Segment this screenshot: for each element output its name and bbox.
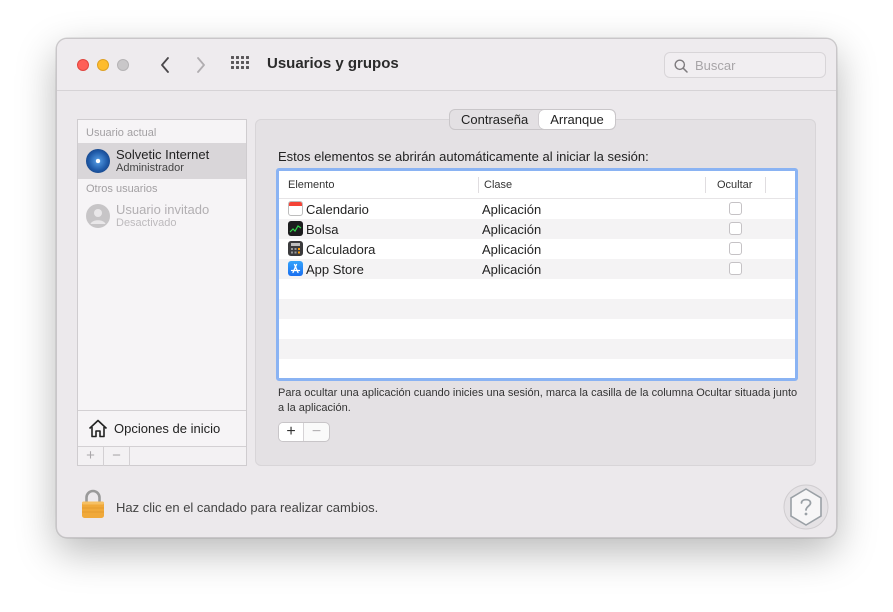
table-row[interactable]: Calendario Aplicación xyxy=(279,199,795,219)
help-glyph xyxy=(783,484,829,530)
column-divider xyxy=(705,177,706,193)
calculator-icon xyxy=(288,241,303,256)
element-name: Bolsa xyxy=(306,222,339,237)
chevron-right-icon xyxy=(197,57,205,73)
lock-icon[interactable] xyxy=(81,489,105,519)
column-divider xyxy=(478,177,479,193)
user-name: Usuario invitado xyxy=(116,202,210,217)
help-icon[interactable] xyxy=(782,483,830,531)
empty-row xyxy=(279,299,795,319)
calendar-icon xyxy=(288,201,303,216)
preferences-window: Usuarios y grupos Usuario actual Solveti… xyxy=(56,38,837,538)
user-row-guest[interactable]: Usuario invitado Desactivado xyxy=(78,198,246,234)
element-class: Aplicación xyxy=(482,242,542,257)
tab-password[interactable]: Contraseña xyxy=(450,110,539,129)
add-item-button[interactable]: + xyxy=(279,423,305,441)
calculator-glyph xyxy=(291,243,300,254)
column-header-element[interactable]: Elemento xyxy=(288,179,334,191)
remove-user-button[interactable]: − xyxy=(104,447,130,466)
empty-row xyxy=(279,319,795,339)
element-class: Aplicación xyxy=(482,222,542,237)
avatar xyxy=(86,149,110,173)
search-input[interactable] xyxy=(695,56,819,74)
user-name: Solvetic Internet xyxy=(116,147,210,162)
table-row[interactable]: App Store Aplicación xyxy=(279,259,795,279)
column-header-hide[interactable]: Ocultar xyxy=(717,179,752,191)
table-header: Elemento Clase Ocultar xyxy=(279,171,795,199)
padlock-glyph xyxy=(82,489,104,518)
table-row[interactable]: Calculadora Aplicación xyxy=(279,239,795,259)
element-class: Aplicación xyxy=(482,202,542,217)
forward-button[interactable] xyxy=(189,52,213,78)
hide-checkbox[interactable] xyxy=(729,202,742,215)
stocks-chart-glyph xyxy=(289,225,302,233)
show-all-grid-icon[interactable] xyxy=(231,56,253,74)
hide-checkbox[interactable] xyxy=(729,222,742,235)
house-icon xyxy=(88,419,108,438)
add-user-button[interactable]: + xyxy=(78,447,104,466)
tab-login-items[interactable]: Arranque xyxy=(539,110,615,129)
user-role: Desactivado xyxy=(116,217,177,229)
user-row-solvetic[interactable]: Solvetic Internet Administrador xyxy=(78,143,246,179)
person-icon xyxy=(90,209,106,224)
zoom-button[interactable] xyxy=(117,59,129,71)
help-text: Para ocultar una aplicación cuando inici… xyxy=(278,387,798,414)
title-bar: Usuarios y grupos xyxy=(57,39,836,91)
window-title: Usuarios y grupos xyxy=(267,55,399,72)
tab-bar: Contraseña Arranque xyxy=(449,109,616,130)
stocks-icon xyxy=(288,221,303,236)
hide-checkbox[interactable] xyxy=(729,262,742,275)
empty-row xyxy=(279,359,795,378)
users-sidebar: Usuario actual Solvetic Internet Adminis… xyxy=(77,119,247,466)
minimize-button[interactable] xyxy=(97,59,109,71)
column-header-class[interactable]: Clase xyxy=(484,179,512,191)
table-row[interactable]: Bolsa Aplicación xyxy=(279,219,795,239)
search-icon xyxy=(674,59,688,73)
search-field[interactable] xyxy=(664,52,826,78)
intro-text: Estos elementos se abrirán automáticamen… xyxy=(278,149,649,164)
empty-row xyxy=(279,339,795,359)
element-name: App Store xyxy=(306,262,364,277)
close-button[interactable] xyxy=(77,59,89,71)
sidebar-footer: + − xyxy=(78,446,246,466)
chevron-left-icon xyxy=(161,57,169,73)
login-options-item[interactable]: Opciones de inicio xyxy=(78,410,246,446)
app-store-glyph xyxy=(290,263,301,274)
element-name: Calculadora xyxy=(306,242,376,257)
other-users-header: Otros usuarios xyxy=(86,183,158,195)
element-name: Calendario xyxy=(306,202,369,217)
guest-avatar xyxy=(86,204,110,228)
back-button[interactable] xyxy=(153,52,177,78)
user-role: Administrador xyxy=(116,162,184,174)
hide-checkbox[interactable] xyxy=(729,242,742,255)
add-remove-control: + − xyxy=(278,422,330,442)
app-store-icon xyxy=(288,261,303,276)
login-options-label: Opciones de inicio xyxy=(114,421,221,436)
current-user-header: Usuario actual xyxy=(86,127,157,139)
lock-message: Haz clic en el candado para realizar cam… xyxy=(116,500,379,515)
column-divider xyxy=(765,177,766,193)
login-items-table[interactable]: Elemento Clase Ocultar Calendario Aplica… xyxy=(276,168,798,381)
empty-row xyxy=(279,279,795,299)
element-class: Aplicación xyxy=(482,262,542,277)
remove-item-button[interactable]: − xyxy=(304,423,329,441)
